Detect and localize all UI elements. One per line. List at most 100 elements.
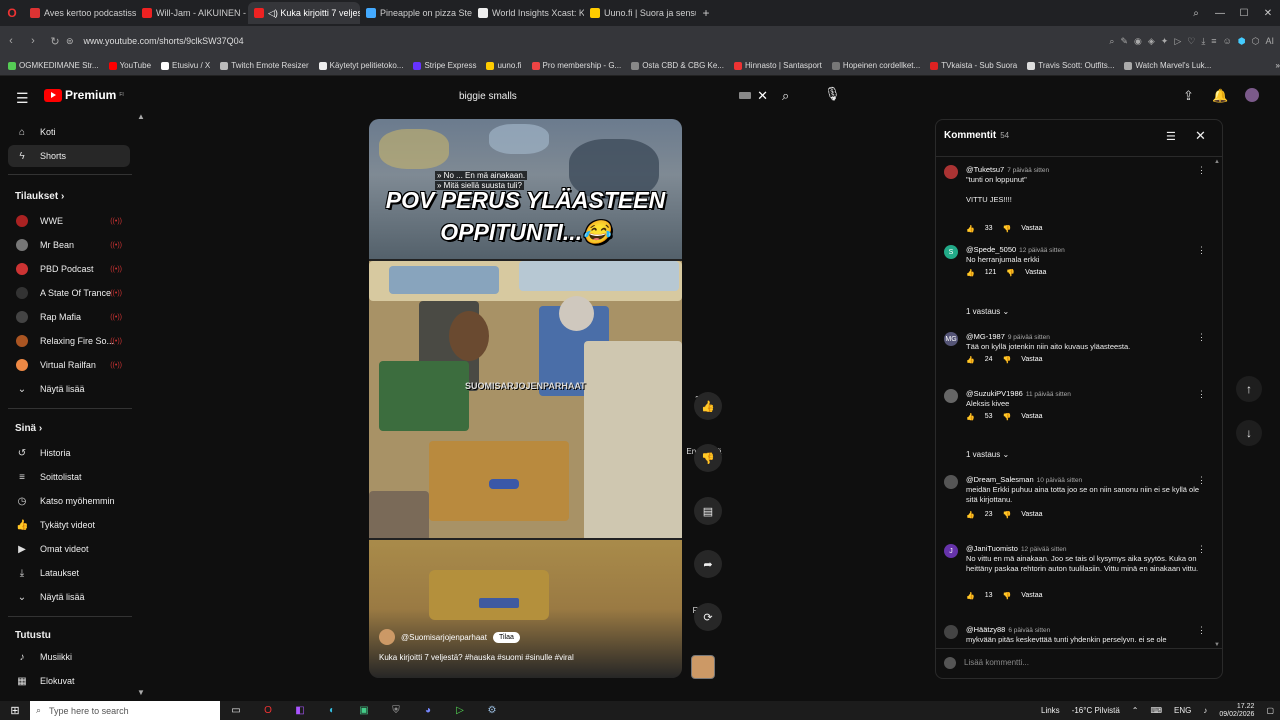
sidebar-subscription[interactable]: A State Of Trance ((•)) bbox=[8, 282, 130, 304]
comment-time[interactable]: 12 päivää sitten bbox=[1019, 247, 1065, 254]
sidebar-item-you[interactable]: ◷ Katso myöhemmin bbox=[8, 490, 130, 512]
comment-more-icon[interactable]: ⋮ bbox=[1197, 625, 1206, 636]
you-title[interactable]: Sinä › bbox=[15, 423, 42, 434]
comment-author[interactable]: @Häätzy88 bbox=[966, 625, 1005, 634]
reply-button[interactable]: Vastaa bbox=[1025, 269, 1046, 277]
close-window-icon[interactable]: ✕ bbox=[1256, 8, 1280, 19]
like-button-icon[interactable]: 👍 bbox=[694, 392, 722, 420]
sidebar-item-explore[interactable]: ♪ Musiikki bbox=[8, 646, 130, 668]
upload-icon[interactable]: ⇪ bbox=[1183, 88, 1194, 104]
dislike-button-icon[interactable]: 👎 bbox=[694, 444, 722, 472]
windows-start-icon[interactable]: ⊞ bbox=[0, 704, 30, 717]
comment-avatar[interactable]: J bbox=[944, 544, 958, 558]
comment-time[interactable]: 11 päivää sitten bbox=[1026, 391, 1071, 398]
comment-time[interactable]: 10 päivää sitten bbox=[1037, 477, 1083, 484]
comment-more-icon[interactable]: ⋮ bbox=[1197, 389, 1206, 400]
sidebar-item-you[interactable]: ▶ Omat videot bbox=[8, 538, 130, 560]
sidebar-item-home[interactable]: ⌂ Koti bbox=[8, 121, 130, 143]
keyboard-icon[interactable] bbox=[739, 92, 751, 99]
shield-taskbar-icon[interactable]: ⛨ bbox=[380, 705, 412, 716]
media-taskbar-icon[interactable]: ▷ bbox=[444, 705, 476, 716]
browser-tab[interactable]: ◁) Kuka kirjoitti 7 veljest... bbox=[248, 2, 360, 24]
comment-time[interactable]: 7 päivää sitten bbox=[1007, 167, 1049, 174]
subscriptions-title[interactable]: Tilaukset › bbox=[15, 191, 64, 202]
sidebar-scroll-down-icon[interactable]: ▼ bbox=[137, 688, 145, 697]
comment-dislike-icon[interactable]: 👎 bbox=[1003, 225, 1012, 233]
sidebar-subscription[interactable]: WWE ((•)) bbox=[8, 210, 130, 232]
sidebar-item-you[interactable]: ↺ Historia bbox=[8, 442, 130, 464]
ai-icon[interactable]: AI bbox=[1265, 36, 1274, 46]
comments-scroll-up-icon[interactable]: ▲ bbox=[1214, 159, 1220, 165]
reload-icon[interactable]: ↻ bbox=[44, 35, 66, 48]
comment-more-icon[interactable]: ⋮ bbox=[1197, 245, 1206, 256]
previous-short-button-icon[interactable]: ↑ bbox=[1236, 376, 1262, 402]
sidebar-item-you[interactable]: ≡ Soittolistat bbox=[8, 466, 130, 488]
next-short-button-icon[interactable]: ↓ bbox=[1236, 420, 1262, 446]
comment-dislike-icon[interactable]: 👎 bbox=[1003, 413, 1012, 421]
comment-avatar[interactable] bbox=[944, 475, 958, 489]
maximize-icon[interactable]: ☐ bbox=[1232, 8, 1256, 19]
bookmark-item[interactable]: OGMKEDIMANE Str... bbox=[8, 61, 99, 70]
bookmark-item[interactable]: Hinnasto | Santasport bbox=[734, 61, 822, 70]
list-icon[interactable]: ≡ bbox=[1211, 36, 1216, 46]
sidebar-item-you[interactable]: ⤓ Lataukset bbox=[8, 562, 130, 584]
comment-dislike-icon[interactable]: 👎 bbox=[1003, 356, 1012, 364]
browser-tab[interactable]: World Insights Xcast: Kesk... bbox=[472, 2, 584, 24]
comment-more-icon[interactable]: ⋮ bbox=[1197, 544, 1206, 555]
profile-icon[interactable]: ☺ bbox=[1223, 36, 1232, 46]
reply-button[interactable]: Vastaa bbox=[1021, 225, 1042, 233]
comment-time[interactable]: 12 päivää sitten bbox=[1021, 546, 1067, 553]
language-indicator[interactable]: ENG bbox=[1174, 706, 1191, 715]
comment-author[interactable]: @Tuketsu7 bbox=[966, 165, 1004, 174]
steam-taskbar-icon[interactable]: ⚙ bbox=[476, 705, 508, 716]
sidebar-item-you[interactable]: ⌄ Näytä lisää bbox=[8, 586, 130, 608]
comment-author[interactable]: @Dream_Salesman bbox=[966, 475, 1034, 484]
sidebar-subscription[interactable]: Mr Bean ((•)) bbox=[8, 234, 130, 256]
comment-avatar[interactable] bbox=[944, 165, 958, 179]
bookmark-item[interactable]: YouTube bbox=[108, 61, 151, 70]
bookmark-item[interactable]: TVkaista - Sub Suora bbox=[930, 61, 1017, 70]
weather-widget[interactable]: -16°C Pilvistä bbox=[1072, 706, 1120, 715]
forward-icon[interactable]: › bbox=[22, 35, 44, 47]
browser-tab[interactable]: Will-Jam - AIKUINEN - Yo... bbox=[136, 2, 248, 24]
minimize-icon[interactable]: — bbox=[1208, 8, 1232, 19]
taskbar-search[interactable]: ⌕ Type here to search bbox=[30, 701, 220, 720]
search-tabs-icon[interactable]: ⌕ bbox=[1184, 8, 1208, 19]
puzzle-icon[interactable]: ⬢ bbox=[1238, 36, 1246, 47]
subscribe-button[interactable]: Tilaa bbox=[492, 631, 520, 643]
bookmark-item[interactable]: Etusivu / X bbox=[161, 61, 210, 70]
show-replies-button[interactable]: 1 vastaus ⌄ bbox=[966, 450, 1009, 459]
discord-taskbar-icon[interactable]: ◕ bbox=[412, 705, 444, 716]
comment-dislike-icon[interactable]: 👎 bbox=[1006, 269, 1015, 277]
sidebar-subscription[interactable]: PBD Podcast ((•)) bbox=[8, 258, 130, 280]
sort-comments-icon[interactable]: ☰ bbox=[1166, 130, 1176, 143]
remix-button-icon[interactable]: ⟳ bbox=[694, 603, 722, 631]
comment-author[interactable]: @JaniTuomisto bbox=[966, 544, 1018, 553]
comment-dislike-icon[interactable]: 👎 bbox=[1003, 511, 1012, 519]
play-icon[interactable]: ▷ bbox=[1174, 36, 1181, 47]
comment-like-icon[interactable]: 👍 bbox=[966, 413, 975, 421]
sidebar-subscription[interactable]: Virtual Railfan ((•)) bbox=[8, 354, 130, 376]
show-replies-button[interactable]: 1 vastaus ⌄ bbox=[966, 307, 1009, 316]
bookmark-item[interactable]: Hopeinen cordellket... bbox=[831, 61, 920, 70]
network-icon[interactable]: ⌨ bbox=[1151, 706, 1163, 715]
sidebar-subscription[interactable]: Rap Mafia ((•)) bbox=[8, 306, 130, 328]
comment-like-icon[interactable]: 👍 bbox=[966, 511, 975, 519]
browser-tab[interactable]: Pineapple on pizza Steam... bbox=[360, 2, 472, 24]
comment-time[interactable]: 9 päivää sitten bbox=[1008, 334, 1050, 341]
comment-dislike-icon[interactable]: 👎 bbox=[1003, 592, 1012, 600]
bookmarks-overflow-icon[interactable]: » bbox=[1276, 61, 1280, 70]
sidebar-item-explore[interactable]: ▦ Elokuvat bbox=[8, 670, 130, 692]
comment-avatar[interactable] bbox=[944, 389, 958, 403]
bookmark-item[interactable]: Käytetyt pelitietoko... bbox=[318, 61, 403, 70]
zoom-icon[interactable]: ⌕ bbox=[1109, 36, 1114, 47]
comment-author[interactable]: @MG-1987 bbox=[966, 332, 1005, 341]
opera-taskbar-icon[interactable]: O bbox=[252, 705, 284, 716]
download-icon[interactable]: ⤓ bbox=[1201, 36, 1205, 47]
browser-tab[interactable]: Uuno.fi | Suora ja sensuro... bbox=[584, 2, 696, 24]
comment-like-icon[interactable]: 👍 bbox=[966, 269, 975, 277]
sidebar-item-shorts[interactable]: ϟ Shorts bbox=[8, 145, 130, 167]
comments-button-icon[interactable]: ▤ bbox=[694, 497, 722, 525]
bookmark-item[interactable]: Pro membership - G... bbox=[531, 61, 621, 70]
terminal-taskbar-icon[interactable]: ▣ bbox=[348, 705, 380, 716]
